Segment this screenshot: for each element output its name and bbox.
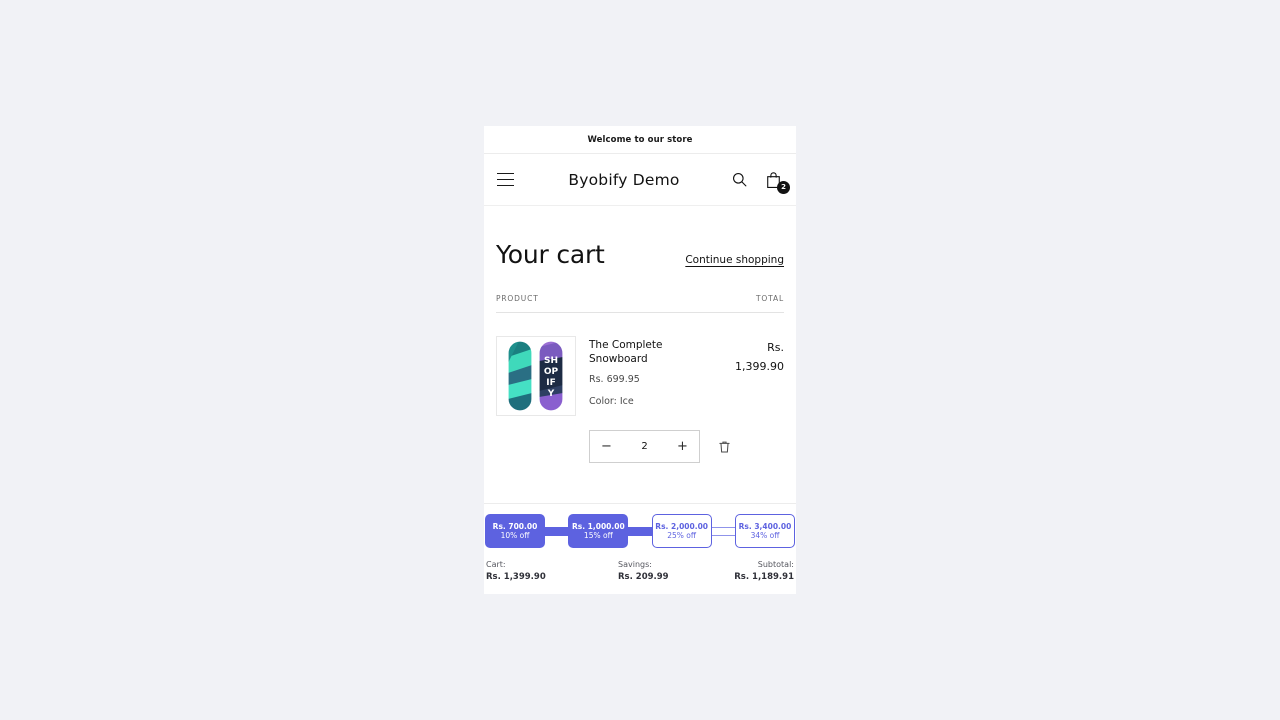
continue-shopping-link[interactable]: Continue shopping	[685, 254, 784, 266]
trash-icon[interactable]	[714, 437, 734, 457]
storefront-viewport: Welcome to our store Byobify Demo 2 Your…	[484, 126, 796, 594]
hamburger-bar	[497, 184, 514, 187]
total-cart: Cart: Rs. 1,399.90	[486, 559, 574, 585]
store-name[interactable]: Byobify Demo	[519, 171, 729, 189]
column-header-product: PRODUCT	[496, 294, 539, 303]
announcement-text: Welcome to our store	[587, 134, 693, 145]
increase-quantity-button[interactable]: +	[666, 431, 699, 462]
tier-node-2[interactable]: Rs. 1,000.00 15% off	[568, 514, 629, 549]
header-actions: 2	[729, 170, 790, 194]
total-subtotal: Subtotal: Rs. 1,189.91	[706, 559, 794, 585]
site-header: Byobify Demo 2	[484, 154, 796, 206]
tier-discount: 34% off	[750, 531, 780, 541]
product-variant: Color: Ice	[589, 396, 634, 408]
product-title[interactable]: The Complete Snowboard	[589, 338, 675, 366]
search-icon[interactable]	[729, 170, 749, 190]
tier-connector-3	[710, 526, 736, 536]
total-savings-value: Rs. 209.99	[618, 572, 669, 583]
total-cart-label: Cart:	[486, 560, 506, 570]
cart-page: Your cart Continue shopping PRODUCT TOTA…	[484, 206, 796, 463]
product-unit-price: Rs. 699.95	[589, 374, 640, 386]
quantity-row: − 2 +	[496, 430, 784, 463]
tier-amount: Rs. 3,400.00	[738, 521, 792, 531]
total-subtotal-label: Subtotal:	[757, 560, 794, 570]
cart-count-badge: 2	[777, 180, 790, 194]
tier-amount: Rs. 700.00	[492, 521, 538, 531]
line-item-total-currency: Rs.	[767, 341, 784, 354]
cart-table-header: PRODUCT TOTAL	[496, 294, 784, 313]
hamburger-bar	[497, 172, 514, 175]
tier-connector-2	[627, 526, 653, 536]
quantity-stepper: − 2 +	[589, 430, 700, 463]
cart-totals-summary: Cart: Rs. 1,399.90 Savings: Rs. 209.99 S…	[484, 550, 796, 594]
line-item-details: The Complete Snowboard Rs. 699.95 Color:…	[576, 336, 718, 416]
tier-discount: 10% off	[500, 531, 530, 541]
tier-amount: Rs. 2,000.00	[655, 521, 709, 531]
total-savings-label: Savings:	[618, 560, 652, 570]
discount-tier-progress: Rs. 700.00 10% off Rs. 1,000.00 15% off …	[484, 512, 796, 550]
announcement-bar: Welcome to our store	[484, 126, 796, 154]
svg-text:IF: IF	[546, 378, 556, 388]
quantity-value[interactable]: 2	[623, 441, 666, 452]
column-header-total: TOTAL	[755, 294, 784, 303]
shopping-bag-icon[interactable]: 2	[763, 170, 790, 194]
tier-connector-1	[544, 526, 570, 536]
tier-node-4[interactable]: Rs. 3,400.00 34% off	[734, 514, 795, 549]
tier-node-3[interactable]: Rs. 2,000.00 25% off	[651, 514, 712, 549]
total-subtotal-value: Rs. 1,189.91	[734, 572, 794, 583]
hamburger-menu-icon[interactable]	[497, 169, 519, 191]
svg-text:SH: SH	[544, 356, 558, 366]
discount-tier-widget: Rs. 700.00 10% off Rs. 1,000.00 15% off …	[484, 503, 796, 594]
decrease-quantity-button[interactable]: −	[590, 431, 623, 462]
snowboard-pair-image[interactable]: SH OP IF Y	[496, 336, 576, 416]
line-item-total: Rs. 1,399.90	[718, 336, 784, 416]
tier-discount: 25% off	[667, 531, 697, 541]
total-cart-value: Rs. 1,399.90	[486, 572, 546, 583]
svg-text:OP: OP	[544, 367, 559, 377]
tier-discount: 15% off	[583, 531, 613, 541]
total-savings: Savings: Rs. 209.99	[574, 559, 706, 585]
tier-amount: Rs. 1,000.00	[571, 521, 625, 531]
cart-line-item: SH OP IF Y The Complete Snowboard Rs. 69…	[496, 313, 784, 416]
page-title: Your cart	[496, 240, 605, 269]
tier-node-1[interactable]: Rs. 700.00 10% off	[485, 514, 545, 549]
svg-text:Y: Y	[547, 389, 555, 399]
line-item-total-amount: 1,399.90	[735, 360, 784, 374]
cart-header: Your cart Continue shopping	[496, 240, 784, 269]
hamburger-bar	[497, 178, 514, 181]
